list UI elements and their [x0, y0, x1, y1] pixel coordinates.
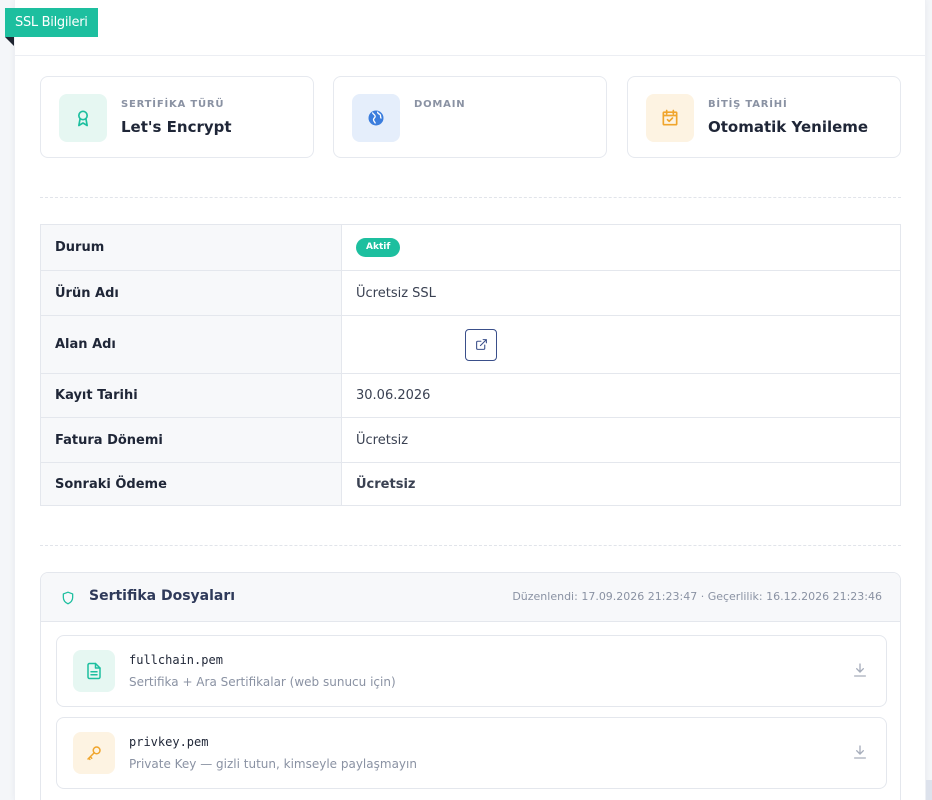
row-value: 30.06.2026	[341, 373, 901, 418]
open-domain-button[interactable]	[465, 328, 497, 361]
row-value: Aktif	[341, 224, 901, 271]
certificate-files-section: Sertifika Dosyaları Düzenlendi: 17.09.20…	[40, 572, 901, 800]
table-row: Kayıt Tarihi 30.06.2026	[40, 373, 901, 418]
card-label: SERTİFİKA TÜRÜ	[121, 99, 225, 110]
panel-header-divider	[15, 55, 925, 56]
shield-icon	[62, 591, 74, 605]
download-icon[interactable]	[852, 744, 868, 760]
row-key: Alan Adı	[40, 315, 342, 374]
row-value: Ücretsiz SSL	[341, 270, 901, 316]
row-key: Kayıt Tarihi	[40, 373, 342, 418]
table-row: Alan Adı	[40, 315, 901, 374]
file-item-fullchain[interactable]: fullchain.pem Sertifika + Ara Sertifikal…	[56, 635, 887, 707]
row-value: Ücretsiz	[341, 417, 901, 463]
ribbon-fold	[5, 37, 14, 46]
row-key: Fatura Dönemi	[40, 417, 342, 463]
card-value: Otomatik Yenileme	[708, 118, 869, 136]
external-link-icon	[475, 339, 487, 350]
file-description: Sertifika + Ara Sertifikalar (web sunucu…	[129, 675, 396, 689]
table-row: Sonraki Ödeme Ücretsiz	[40, 462, 901, 506]
file-name: privkey.pem	[129, 735, 209, 749]
card-certificate-type: SERTİFİKA TÜRÜ Let's Encrypt	[40, 76, 314, 158]
calendar-check-icon	[646, 94, 694, 142]
details-table: Durum Aktif Ürün Adı Ücretsiz SSL Alan A…	[40, 224, 901, 506]
files-meta: Düzenlendi: 17.09.2026 21:23:47 · Geçerl…	[512, 590, 882, 603]
award-icon	[59, 94, 107, 142]
ssl-info-ribbon: SSL Bilgileri	[5, 8, 98, 37]
section-divider	[40, 197, 901, 198]
status-badge: Aktif	[356, 238, 401, 257]
file-item-privkey[interactable]: privkey.pem Private Key — gizli tutun, k…	[56, 717, 887, 789]
scrollbar-thumb[interactable]	[926, 780, 932, 800]
row-key: Ürün Adı	[40, 270, 342, 316]
section-divider	[40, 545, 901, 546]
card-label: DOMAIN	[414, 99, 466, 110]
card-expiry: BİTİŞ TARİHİ Otomatik Yenileme	[627, 76, 901, 158]
card-label: BİTİŞ TARİHİ	[708, 99, 788, 110]
file-name: fullchain.pem	[129, 653, 223, 667]
table-row: Fatura Dönemi Ücretsiz	[40, 417, 901, 463]
document-icon	[73, 650, 115, 692]
row-key: Durum	[40, 224, 342, 271]
globe-icon	[352, 94, 400, 142]
table-row: Durum Aktif	[40, 224, 901, 271]
files-title: Sertifika Dosyaları	[89, 588, 236, 604]
card-domain: DOMAIN	[333, 76, 607, 158]
card-value: Let's Encrypt	[121, 118, 232, 136]
row-key: Sonraki Ödeme	[40, 462, 342, 506]
row-value: Ücretsiz	[356, 476, 416, 492]
download-icon[interactable]	[852, 662, 868, 678]
files-header: Sertifika Dosyaları Düzenlendi: 17.09.20…	[41, 573, 900, 622]
file-description: Private Key — gizli tutun, kimseyle payl…	[129, 757, 417, 771]
key-icon	[73, 732, 115, 774]
row-value	[341, 315, 901, 374]
table-row: Ürün Adı Ücretsiz SSL	[40, 270, 901, 316]
